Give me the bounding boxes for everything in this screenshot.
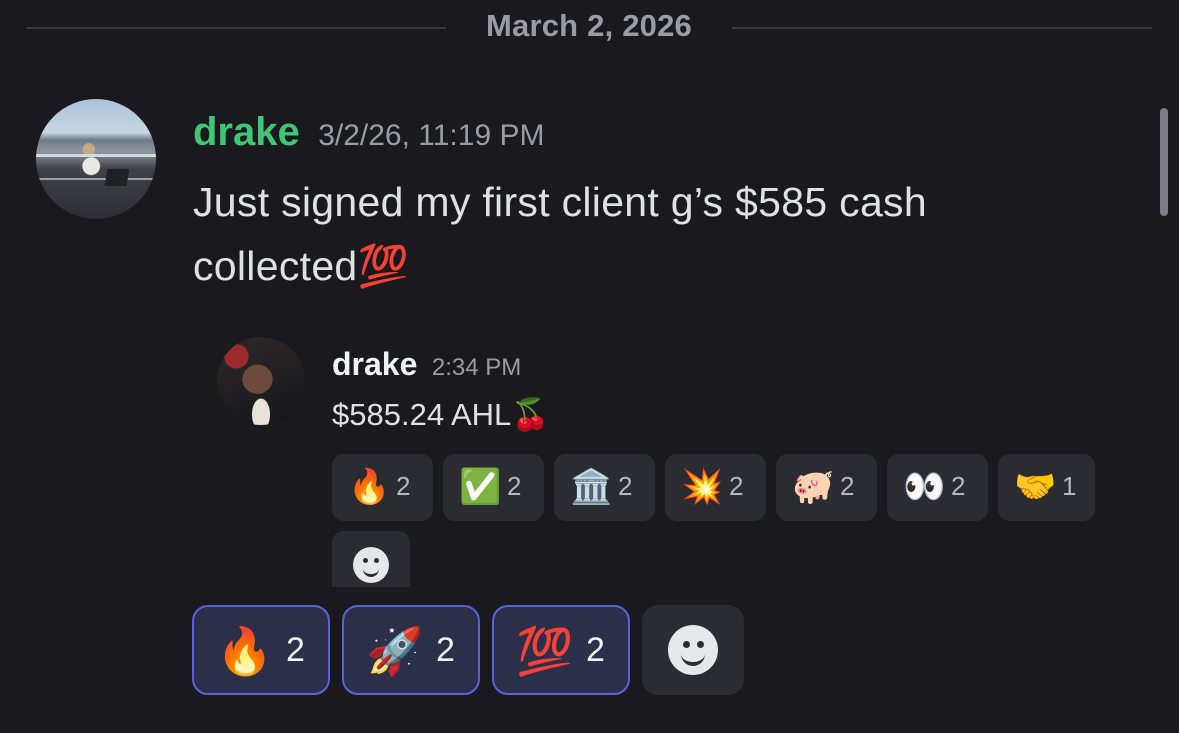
reaction-fire[interactable]: 🔥 2 <box>332 454 433 521</box>
reaction-count: 1 <box>1062 471 1077 501</box>
reaction-pig[interactable]: 🐖 2 <box>776 454 877 521</box>
reaction-count: 2 <box>396 471 411 501</box>
divider-line-left <box>26 27 446 29</box>
date-divider: March 2, 2026 <box>0 0 1179 56</box>
check-icon: ✅ <box>459 468 502 506</box>
divider-date: March 2, 2026 <box>486 8 692 43</box>
reaction-count: 2 <box>507 471 522 501</box>
reaction-count: 2 <box>436 631 455 669</box>
add-reaction-button-large[interactable] <box>642 605 744 695</box>
reaction-hundred-active[interactable]: 💯 2 <box>492 605 630 695</box>
reaction-handshake[interactable]: 🤝 1 <box>998 454 1095 521</box>
bank-icon: 🏛️ <box>570 468 613 506</box>
smile-icon <box>353 547 389 583</box>
reaction-boom[interactable]: 💥 2 <box>665 454 766 521</box>
smile-icon <box>668 625 718 675</box>
pig-icon: 🐖 <box>792 468 835 506</box>
message-header: drake 3/2/26, 11:19 PM <box>193 110 544 155</box>
reaction-count: 2 <box>286 631 305 669</box>
username[interactable]: drake <box>193 110 300 154</box>
timestamp: 3/2/26, 11:19 PM <box>318 119 545 152</box>
reaction-count: 2 <box>618 471 633 501</box>
add-reaction-button[interactable] <box>332 531 410 587</box>
reaction-fire-active[interactable]: 🔥 2 <box>192 605 330 695</box>
reply-timestamp: 2:34 PM <box>431 354 522 381</box>
reaction-check[interactable]: ✅ 2 <box>443 454 544 521</box>
rocket-icon: 🚀 <box>366 625 424 677</box>
hundred-icon: 💯 <box>516 625 574 677</box>
eyes-icon: 👀 <box>903 468 946 506</box>
message-text: Just signed my first client g’s $585 cas… <box>193 179 927 289</box>
divider-line-right <box>732 27 1152 29</box>
avatar[interactable] <box>36 99 156 219</box>
reaction-count: 2 <box>586 631 605 669</box>
reply-username[interactable]: drake <box>332 346 417 382</box>
reaction-eyes[interactable]: 👀 2 <box>887 454 988 521</box>
fire-icon: 🔥 <box>216 625 274 677</box>
reaction-count: 2 <box>951 471 966 501</box>
boom-icon: 💥 <box>681 468 724 506</box>
reply-text: $585.24 AHL🍒 <box>332 397 550 432</box>
reaction-count: 2 <box>729 471 744 501</box>
handshake-icon: 🤝 <box>1014 468 1057 506</box>
reply-header: drake 2:34 PM <box>332 346 521 383</box>
fire-icon: 🔥 <box>348 468 391 506</box>
scrollbar-thumb[interactable] <box>1160 108 1168 216</box>
reaction-count: 2 <box>840 471 855 501</box>
reaction-bank[interactable]: 🏛️ 2 <box>554 454 655 521</box>
reaction-rocket-active[interactable]: 🚀 2 <box>342 605 480 695</box>
reply-avatar[interactable] <box>217 337 305 425</box>
